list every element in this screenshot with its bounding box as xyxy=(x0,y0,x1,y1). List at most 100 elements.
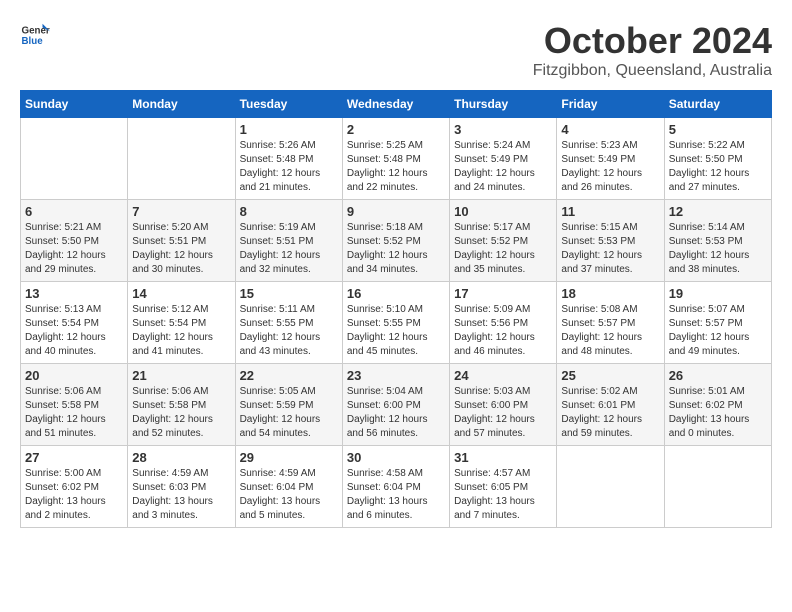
week-row-1: 1 Sunrise: 5:26 AM Sunset: 5:48 PM Daylig… xyxy=(21,118,772,200)
cell-detail: Sunrise: 4:58 AM Sunset: 6:04 PM Dayligh… xyxy=(347,467,445,523)
calendar-cell: 12 Sunrise: 5:14 AM Sunset: 5:53 PM Dayli… xyxy=(664,200,771,282)
week-row-4: 20 Sunrise: 5:06 AM Sunset: 5:58 PM Dayli… xyxy=(21,364,772,446)
day-number: 1 xyxy=(240,122,338,137)
cell-detail: Sunrise: 5:26 AM Sunset: 5:48 PM Dayligh… xyxy=(240,139,338,195)
cell-detail: Sunrise: 5:08 AM Sunset: 5:57 PM Dayligh… xyxy=(561,303,659,359)
day-number: 12 xyxy=(669,204,767,219)
cell-detail: Sunrise: 5:10 AM Sunset: 5:55 PM Dayligh… xyxy=(347,303,445,359)
day-number: 30 xyxy=(347,450,445,465)
cell-detail: Sunrise: 5:06 AM Sunset: 5:58 PM Dayligh… xyxy=(132,385,230,441)
week-row-5: 27Sunrise: 5:00 AM Sunset: 6:02 PM Dayli… xyxy=(21,446,772,528)
calendar-cell: 24Sunrise: 5:03 AM Sunset: 6:00 PM Dayli… xyxy=(450,364,557,446)
week-row-2: 6Sunrise: 5:21 AM Sunset: 5:50 PM Daylig… xyxy=(21,200,772,282)
month-title: October 2024 xyxy=(533,20,772,62)
day-number: 6 xyxy=(25,204,123,219)
calendar-cell: 16 Sunrise: 5:10 AM Sunset: 5:55 PM Dayli… xyxy=(342,282,449,364)
calendar-cell: 6Sunrise: 5:21 AM Sunset: 5:50 PM Daylig… xyxy=(21,200,128,282)
day-number: 3 xyxy=(454,122,552,137)
calendar-cell: 23 Sunrise: 5:04 AM Sunset: 6:00 PM Dayli… xyxy=(342,364,449,446)
day-number: 16 xyxy=(347,286,445,301)
calendar-cell: 20 Sunrise: 5:06 AM Sunset: 5:58 PM Dayli… xyxy=(21,364,128,446)
column-header-wednesday: Wednesday xyxy=(342,91,449,118)
day-number: 19 xyxy=(669,286,767,301)
calendar-cell: 26 Sunrise: 5:01 AM Sunset: 6:02 PM Dayli… xyxy=(664,364,771,446)
cell-detail: Sunrise: 4:59 AM Sunset: 6:04 PM Dayligh… xyxy=(240,467,338,523)
cell-detail: Sunrise: 4:59 AM Sunset: 6:03 PM Dayligh… xyxy=(132,467,230,523)
week-row-3: 13Sunrise: 5:13 AM Sunset: 5:54 PM Dayli… xyxy=(21,282,772,364)
location-title: Fitzgibbon, Queensland, Australia xyxy=(533,62,772,80)
cell-detail: Sunrise: 5:00 AM Sunset: 6:02 PM Dayligh… xyxy=(25,467,123,523)
calendar-cell xyxy=(664,446,771,528)
day-number: 15 xyxy=(240,286,338,301)
calendar-table: SundayMondayTuesdayWednesdayThursdayFrid… xyxy=(20,90,772,528)
calendar-cell: 21 Sunrise: 5:06 AM Sunset: 5:58 PM Dayli… xyxy=(128,364,235,446)
calendar-cell: 5 Sunrise: 5:22 AM Sunset: 5:50 PM Daylig… xyxy=(664,118,771,200)
calendar-cell: 9 Sunrise: 5:18 AM Sunset: 5:52 PM Daylig… xyxy=(342,200,449,282)
cell-detail: Sunrise: 5:06 AM Sunset: 5:58 PM Dayligh… xyxy=(25,385,123,441)
calendar-cell: 25 Sunrise: 5:02 AM Sunset: 6:01 PM Dayli… xyxy=(557,364,664,446)
cell-detail: Sunrise: 5:22 AM Sunset: 5:50 PM Dayligh… xyxy=(669,139,767,195)
day-number: 28 xyxy=(132,450,230,465)
day-number: 29 xyxy=(240,450,338,465)
cell-detail: Sunrise: 5:23 AM Sunset: 5:49 PM Dayligh… xyxy=(561,139,659,195)
column-header-friday: Friday xyxy=(557,91,664,118)
cell-detail: Sunrise: 5:02 AM Sunset: 6:01 PM Dayligh… xyxy=(561,385,659,441)
calendar-cell: 8 Sunrise: 5:19 AM Sunset: 5:51 PM Daylig… xyxy=(235,200,342,282)
cell-detail: Sunrise: 5:18 AM Sunset: 5:52 PM Dayligh… xyxy=(347,221,445,277)
cell-detail: Sunrise: 5:04 AM Sunset: 6:00 PM Dayligh… xyxy=(347,385,445,441)
calendar-cell: 14Sunrise: 5:12 AM Sunset: 5:54 PM Dayli… xyxy=(128,282,235,364)
cell-detail: Sunrise: 5:19 AM Sunset: 5:51 PM Dayligh… xyxy=(240,221,338,277)
svg-text:Blue: Blue xyxy=(22,36,44,47)
cell-detail: Sunrise: 5:17 AM Sunset: 5:52 PM Dayligh… xyxy=(454,221,552,277)
cell-detail: Sunrise: 5:14 AM Sunset: 5:53 PM Dayligh… xyxy=(669,221,767,277)
day-number: 10 xyxy=(454,204,552,219)
cell-detail: Sunrise: 5:05 AM Sunset: 5:59 PM Dayligh… xyxy=(240,385,338,441)
day-number: 20 xyxy=(25,368,123,383)
day-number: 11 xyxy=(561,204,659,219)
column-header-sunday: Sunday xyxy=(21,91,128,118)
header: General Blue October 2024 Fitzgibbon, Qu… xyxy=(20,20,772,80)
cell-detail: Sunrise: 5:07 AM Sunset: 5:57 PM Dayligh… xyxy=(669,303,767,359)
calendar-cell: 31Sunrise: 4:57 AM Sunset: 6:05 PM Dayli… xyxy=(450,446,557,528)
day-number: 7 xyxy=(132,204,230,219)
day-number: 26 xyxy=(669,368,767,383)
day-number: 14 xyxy=(132,286,230,301)
day-number: 9 xyxy=(347,204,445,219)
column-header-thursday: Thursday xyxy=(450,91,557,118)
calendar-cell: 28 Sunrise: 4:59 AM Sunset: 6:03 PM Dayli… xyxy=(128,446,235,528)
calendar-cell: 19 Sunrise: 5:07 AM Sunset: 5:57 PM Dayli… xyxy=(664,282,771,364)
cell-detail: Sunrise: 5:01 AM Sunset: 6:02 PM Dayligh… xyxy=(669,385,767,441)
day-number: 25 xyxy=(561,368,659,383)
day-number: 22 xyxy=(240,368,338,383)
day-number: 23 xyxy=(347,368,445,383)
calendar-cell: 13Sunrise: 5:13 AM Sunset: 5:54 PM Dayli… xyxy=(21,282,128,364)
logo: General Blue xyxy=(20,20,50,50)
calendar-cell: 10 Sunrise: 5:17 AM Sunset: 5:52 PM Dayli… xyxy=(450,200,557,282)
day-number: 8 xyxy=(240,204,338,219)
cell-detail: Sunrise: 5:15 AM Sunset: 5:53 PM Dayligh… xyxy=(561,221,659,277)
day-number: 24 xyxy=(454,368,552,383)
day-number: 4 xyxy=(561,122,659,137)
calendar-cell: 18 Sunrise: 5:08 AM Sunset: 5:57 PM Dayli… xyxy=(557,282,664,364)
cell-detail: Sunrise: 4:57 AM Sunset: 6:05 PM Dayligh… xyxy=(454,467,552,523)
day-number: 21 xyxy=(132,368,230,383)
cell-detail: Sunrise: 5:09 AM Sunset: 5:56 PM Dayligh… xyxy=(454,303,552,359)
calendar-cell: 22 Sunrise: 5:05 AM Sunset: 5:59 PM Dayli… xyxy=(235,364,342,446)
column-header-tuesday: Tuesday xyxy=(235,91,342,118)
calendar-cell: 4 Sunrise: 5:23 AM Sunset: 5:49 PM Daylig… xyxy=(557,118,664,200)
calendar-cell: 2Sunrise: 5:25 AM Sunset: 5:48 PM Daylig… xyxy=(342,118,449,200)
day-number: 5 xyxy=(669,122,767,137)
calendar-cell: 29 Sunrise: 4:59 AM Sunset: 6:04 PM Dayli… xyxy=(235,446,342,528)
calendar-cell: 30 Sunrise: 4:58 AM Sunset: 6:04 PM Dayli… xyxy=(342,446,449,528)
calendar-cell xyxy=(21,118,128,200)
day-number: 2 xyxy=(347,122,445,137)
calendar-cell xyxy=(128,118,235,200)
title-area: October 2024 Fitzgibbon, Queensland, Aus… xyxy=(533,20,772,80)
cell-detail: Sunrise: 5:13 AM Sunset: 5:54 PM Dayligh… xyxy=(25,303,123,359)
logo-icon: General Blue xyxy=(20,20,50,50)
calendar-cell: 11 Sunrise: 5:15 AM Sunset: 5:53 PM Dayli… xyxy=(557,200,664,282)
day-number: 18 xyxy=(561,286,659,301)
cell-detail: Sunrise: 5:11 AM Sunset: 5:55 PM Dayligh… xyxy=(240,303,338,359)
calendar-cell: 1 Sunrise: 5:26 AM Sunset: 5:48 PM Daylig… xyxy=(235,118,342,200)
calendar-cell xyxy=(557,446,664,528)
